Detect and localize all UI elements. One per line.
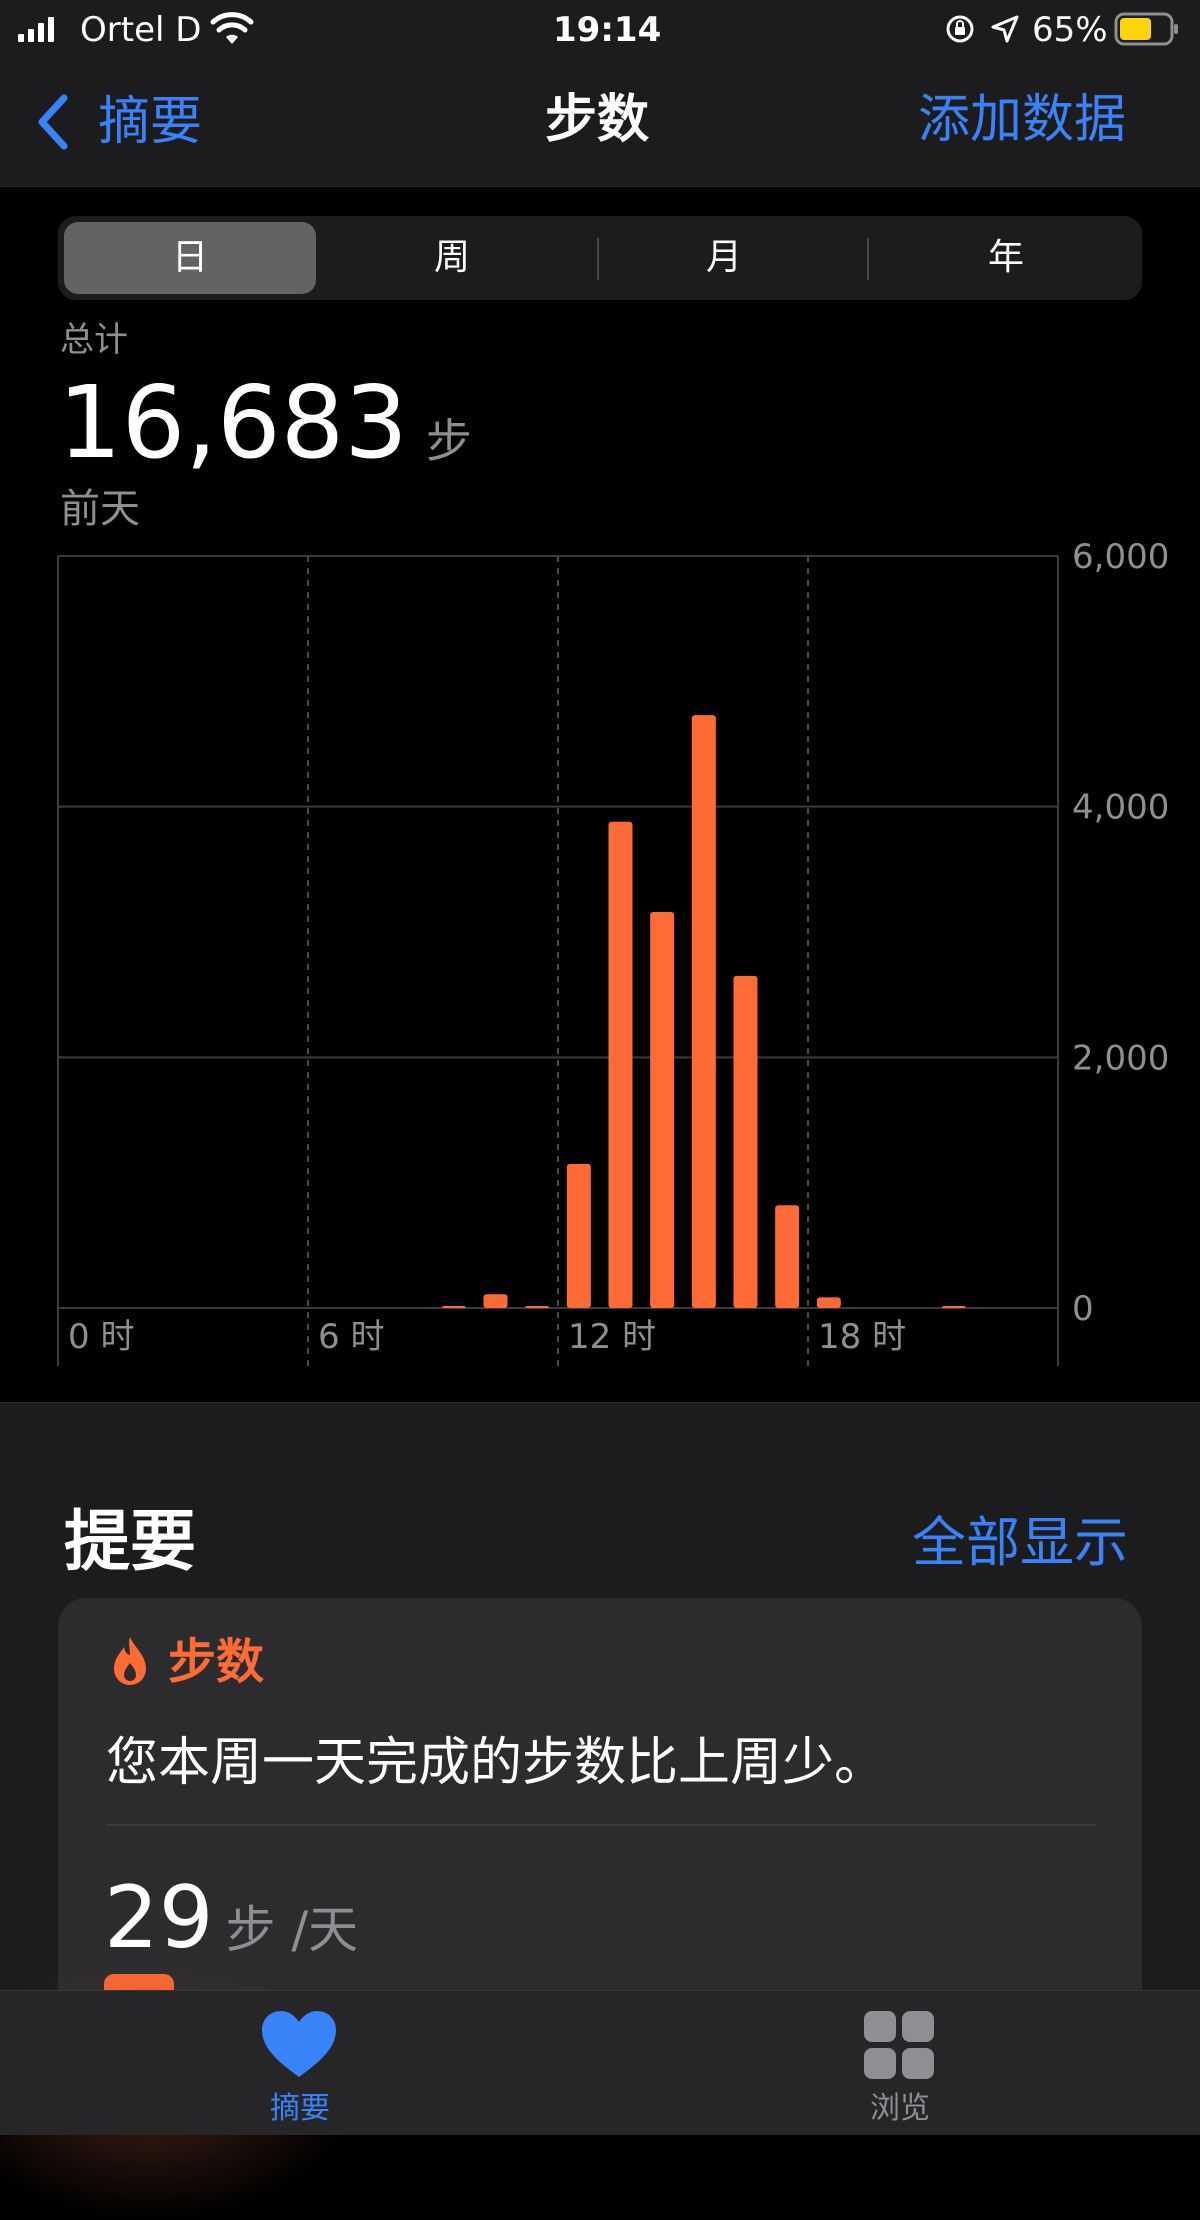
steps-bar-chart: 6,000 4,000 2,000 0 0 时 6 时 12 时 18 时 (57, 540, 1169, 1366)
x-tick-label: 12 时 (568, 1317, 656, 1357)
segment-divider (867, 238, 869, 280)
grid-icon (864, 2011, 934, 2079)
segment-day[interactable]: 日 (64, 222, 316, 294)
total-steps-unit: 步 (425, 414, 472, 468)
y-tick-label: 2,000 (1072, 1038, 1169, 1078)
tab-bar: 摘要 浏览 (0, 1990, 1200, 2135)
y-tick-label: 6,000 (1072, 540, 1169, 577)
battery-percent: 65% (1032, 10, 1108, 50)
y-tick-label: 0 (1072, 1289, 1094, 1329)
segment-week[interactable]: 周 (326, 222, 578, 294)
bar-hour-21 (941, 1306, 966, 1308)
add-data-button[interactable]: 添加数据 (918, 90, 1126, 150)
flame-icon (114, 1637, 146, 1685)
rotation-lock-icon (946, 15, 974, 43)
date-label: 前天 (60, 486, 140, 532)
status-bar: Ortel D 19:14 65% (0, 0, 1200, 62)
card-stat: 29 步 /天 (104, 1868, 358, 1968)
navigation-bar: 摘要 步数 添加数据 (0, 62, 1200, 187)
carrier-name: Ortel D (80, 10, 202, 50)
show-all-button[interactable]: 全部显示 (912, 1510, 1128, 1576)
card-stat-unit: 步 /天 (225, 1901, 359, 1959)
location-arrow-icon (991, 15, 1019, 43)
page-title: 步数 (545, 90, 650, 150)
wifi-icon (210, 12, 254, 44)
back-button-label: 摘要 (98, 92, 203, 152)
bar-hour-18 (816, 1297, 841, 1308)
tab-browse[interactable]: 浏览 (800, 2009, 1000, 2129)
y-tick-label: 4,000 (1072, 788, 1169, 828)
total-steps-value: 16,683 (58, 364, 408, 481)
heart-icon (262, 2011, 336, 2077)
bar-hour-15 (691, 715, 716, 1308)
card-stat-value: 29 (104, 1868, 214, 1968)
x-tick-label: 0 时 (68, 1317, 134, 1357)
bar-hour-16 (733, 975, 758, 1308)
battery-icon (1114, 12, 1178, 46)
bar-hour-14 (650, 911, 675, 1308)
highlight-card[interactable]: 步数 您本周一天完成的步数比上周少。 29 步 /天 (58, 1598, 1142, 2018)
card-message: 您本周一天完成的步数比上周少。 (106, 1733, 887, 1793)
bar-hour-9 (441, 1306, 466, 1308)
card-divider (106, 1824, 1096, 1826)
tab-summary[interactable]: 摘要 (200, 2009, 400, 2129)
card-category: 步数 (110, 1632, 264, 1692)
bar-hour-11 (525, 1306, 550, 1308)
bar-hour-12 (566, 1163, 591, 1308)
tab-summary-label: 摘要 (270, 2091, 330, 2126)
card-category-label: 步数 (168, 1634, 265, 1690)
clock: 19:14 (553, 10, 662, 50)
bar-hour-10 (483, 1294, 508, 1308)
segment-year[interactable]: 年 (876, 222, 1136, 294)
bar-hour-17 (775, 1205, 800, 1308)
segment-month[interactable]: 月 (599, 222, 849, 294)
tab-browse-label: 浏览 (870, 2091, 930, 2126)
highlights-heading: 提要 (64, 1503, 196, 1580)
x-tick-label: 6 时 (318, 1317, 384, 1357)
x-tick-label: 18 时 (818, 1317, 906, 1357)
total-label: 总计 (60, 320, 128, 360)
cellular-signal-icon (18, 17, 54, 42)
bar-hour-13 (608, 821, 633, 1308)
chevron-left-icon (38, 94, 68, 150)
period-segmented-control: 日 周 月 年 (58, 216, 1142, 300)
total-value-row: 16,683 步 (58, 368, 472, 478)
back-button[interactable]: 摘要 (34, 92, 202, 152)
